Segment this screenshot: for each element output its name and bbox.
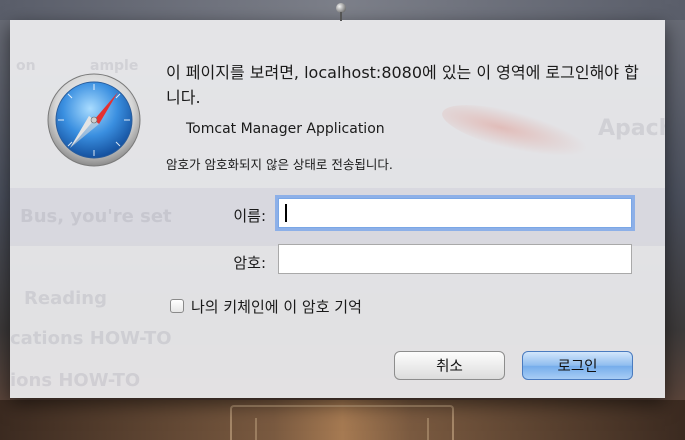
remember-password-label[interactable]: 나의 키체인에 이 암호 기억	[191, 296, 362, 317]
ghost-text: cations HOW-TO	[10, 328, 172, 349]
cancel-button[interactable]: 취소	[394, 351, 505, 380]
text-caret	[285, 204, 287, 222]
username-label: 이름:	[233, 207, 266, 225]
safari-compass-icon	[47, 73, 141, 167]
auth-message: 이 페이지를 보려면, localhost:8080에 있는 이 영역에 로그인…	[166, 63, 639, 107]
ghost-text: Reading	[24, 288, 107, 309]
ghost-text: ions HOW-TO	[10, 370, 141, 391]
auth-dialog: on ample Apache Bus, you're set Reading …	[10, 20, 665, 398]
ghost-text: Bus, you're set	[20, 206, 172, 227]
pushpin-icon	[333, 0, 349, 22]
password-input[interactable]	[278, 244, 632, 274]
auth-realm: Tomcat Manager Application	[186, 121, 385, 137]
login-button[interactable]: 로그인	[522, 351, 633, 380]
ghost-text: on	[16, 58, 36, 74]
password-label: 암호:	[233, 254, 266, 272]
ghost-text: Apache	[598, 116, 665, 141]
security-warning: 암호가 암호화되지 않은 상태로 전송됩니다.	[166, 157, 393, 172]
username-input[interactable]	[278, 198, 632, 228]
remember-password-row[interactable]: 나의 키체인에 이 암호 기억	[170, 294, 362, 318]
background-arch-inner	[255, 418, 429, 440]
remember-password-checkbox[interactable]	[170, 299, 184, 313]
